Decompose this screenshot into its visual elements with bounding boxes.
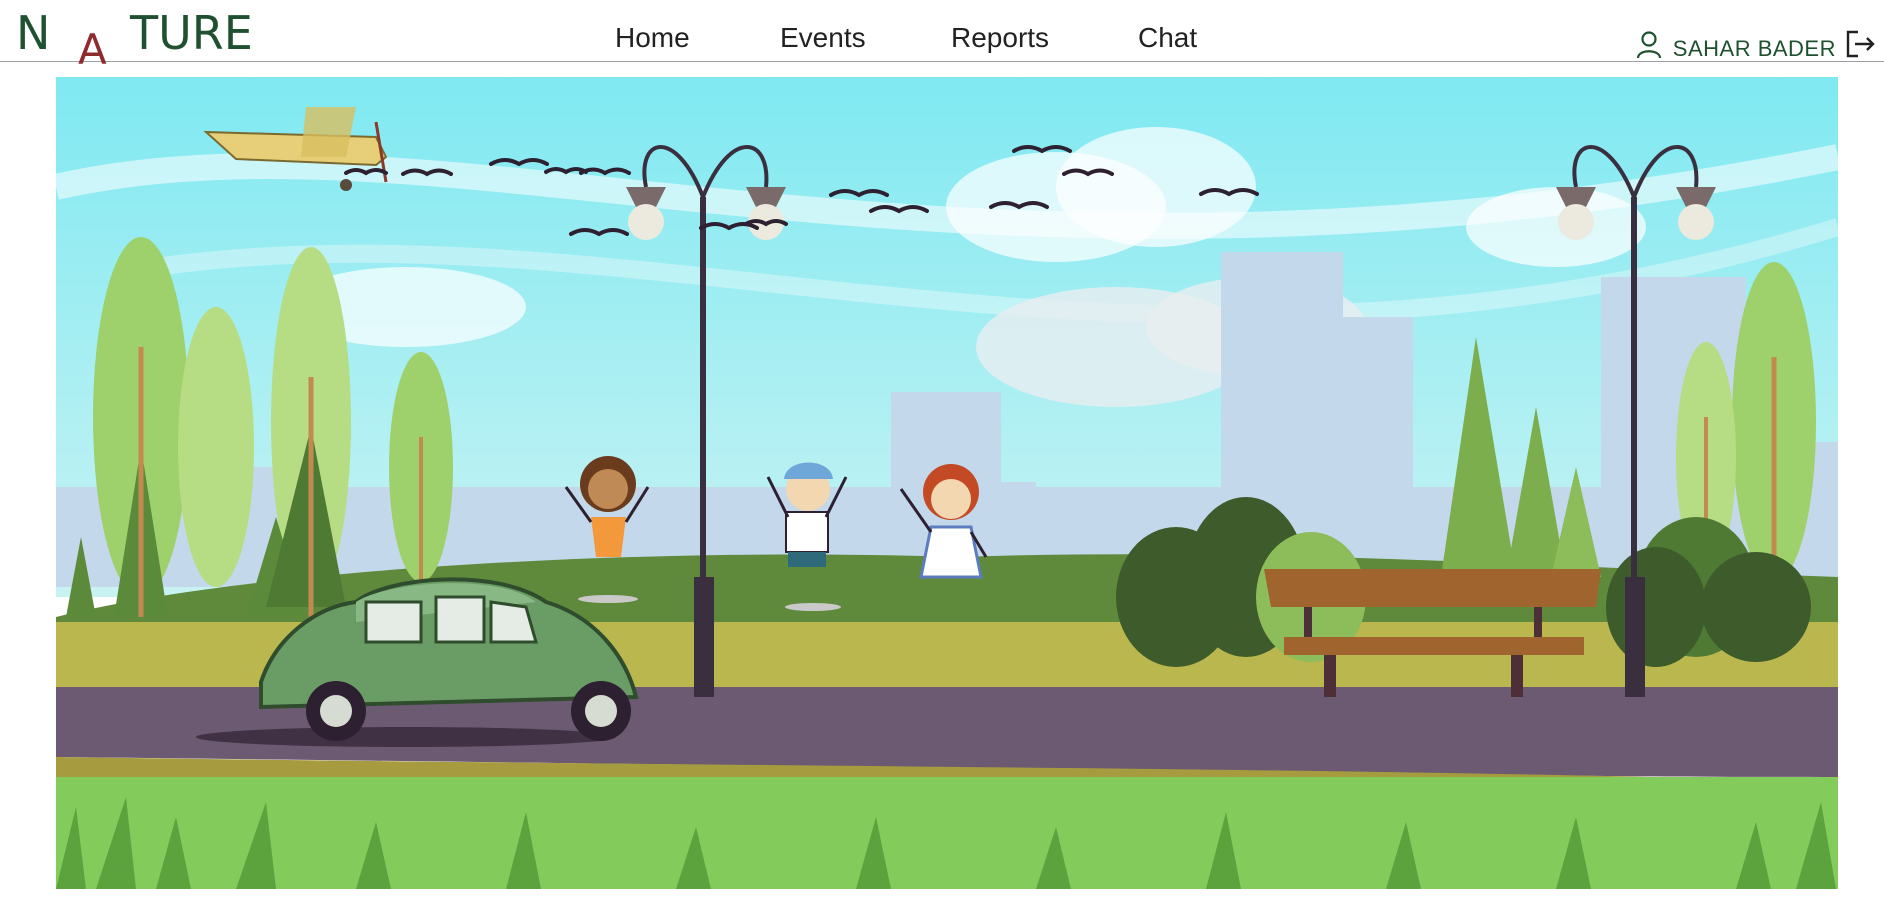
nav-item-home[interactable]: Home: [615, 22, 690, 54]
logout-icon[interactable]: [1844, 28, 1876, 60]
user-icon[interactable]: [1636, 30, 1662, 60]
nav-item-reports[interactable]: Reports: [951, 22, 1049, 54]
logo-text-part-2: A: [78, 25, 107, 74]
park-illustration: [56, 77, 1838, 889]
top-navigation-bar: N A TURE Home Events Reports Chat SAHAR …: [0, 0, 1884, 74]
logo-text-part-1: N: [16, 6, 51, 60]
user-area: SAHAR BADER: [1604, 22, 1884, 62]
user-name: SAHAR BADER: [1672, 36, 1836, 61]
hero-banner: [56, 77, 1838, 889]
nav-item-chat[interactable]: Chat: [1138, 22, 1197, 54]
logo-text-part-3: TURE: [130, 6, 253, 60]
nav-item-events[interactable]: Events: [780, 22, 866, 54]
